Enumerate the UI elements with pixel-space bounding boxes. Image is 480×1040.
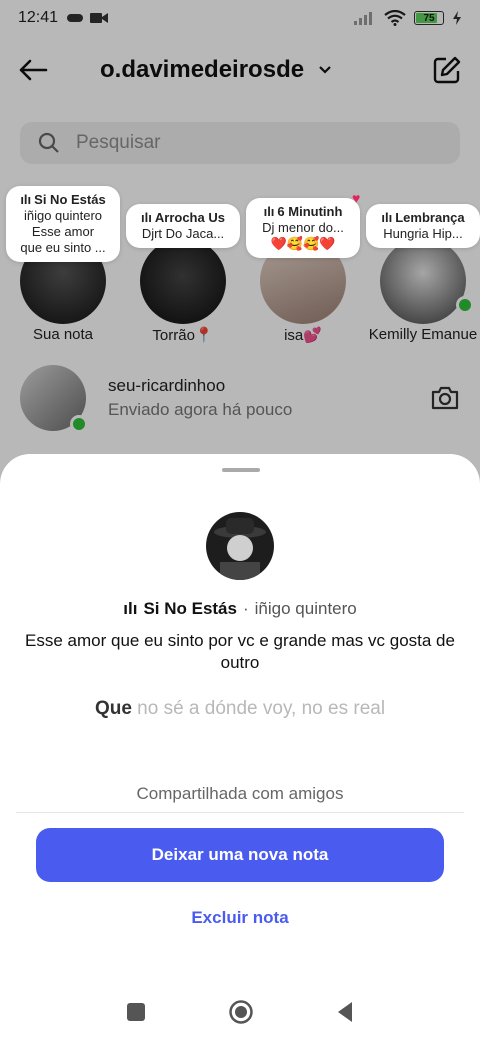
note-bubble: ılı Si No Estás iñigo quintero Esse amor … (6, 186, 120, 262)
note-song: 6 Minutinh (277, 204, 343, 219)
note-text: Esse amor que eu sinto por vc e grande m… (25, 631, 455, 672)
back-triangle-icon[interactable] (336, 1001, 354, 1023)
note-artist: Djrt Do Jaca... (141, 226, 225, 241)
lyrics-line: Que no sé a dónde voy, no es real (0, 698, 480, 720)
shared-with-label: Compartilhada com amigos (136, 784, 344, 803)
note-bubble: ılı Lembrança Hungria Hip... (366, 204, 480, 248)
music-bars-icon: ılı (20, 192, 32, 207)
note-text-line: Esse amor (31, 224, 95, 239)
note-text-line: ❤️🥰🥰❤️ (270, 236, 336, 251)
music-bars-icon: ılı (123, 599, 138, 618)
home-icon[interactable] (228, 999, 254, 1025)
note-song: Si No Estás (34, 192, 106, 207)
note-text-line: que eu sinto ... (20, 240, 106, 255)
note-song: Lembrança (395, 210, 465, 225)
lyric-next: no sé a dónde voy, no es real (137, 698, 386, 719)
note-bubble: ılı 6 Minutinh Dj menor do... ❤️🥰🥰❤️ (246, 198, 360, 258)
delete-note-button[interactable]: Excluir nota (0, 908, 480, 928)
note-artist: Dj menor do... (262, 220, 344, 235)
music-bars-icon: ılı (263, 204, 275, 219)
sheet-drag-handle[interactable] (222, 468, 260, 472)
battery-level: 75 (423, 12, 435, 24)
note-artist: iñigo quintero (23, 208, 103, 223)
song-artist: iñigo quintero (254, 599, 357, 618)
note-avatar (206, 512, 274, 580)
song-title: Si No Estás (143, 599, 237, 618)
note-song-line[interactable]: ılı Si No Estás · iñigo quintero (0, 599, 480, 619)
music-bars-icon: ılı (141, 210, 152, 225)
note-song: Arrocha Us (154, 210, 225, 225)
divider (16, 812, 464, 813)
song-separator: · (242, 599, 249, 618)
system-nav-bar (0, 994, 480, 1030)
note-artist: Hungria Hip... (383, 226, 463, 241)
music-bars-icon: ılı (381, 210, 393, 225)
lyric-current: Que (94, 698, 132, 719)
recents-icon[interactable] (126, 1002, 146, 1022)
note-bottom-sheet: ılı Si No Estás · iñigo quintero Esse am… (0, 454, 480, 1040)
heart-icon: ♥ (352, 190, 361, 206)
note-bubble: ılı Arrocha Us Djrt Do Jaca... (126, 204, 240, 248)
new-note-button[interactable]: Deixar uma nova nota (36, 828, 444, 882)
